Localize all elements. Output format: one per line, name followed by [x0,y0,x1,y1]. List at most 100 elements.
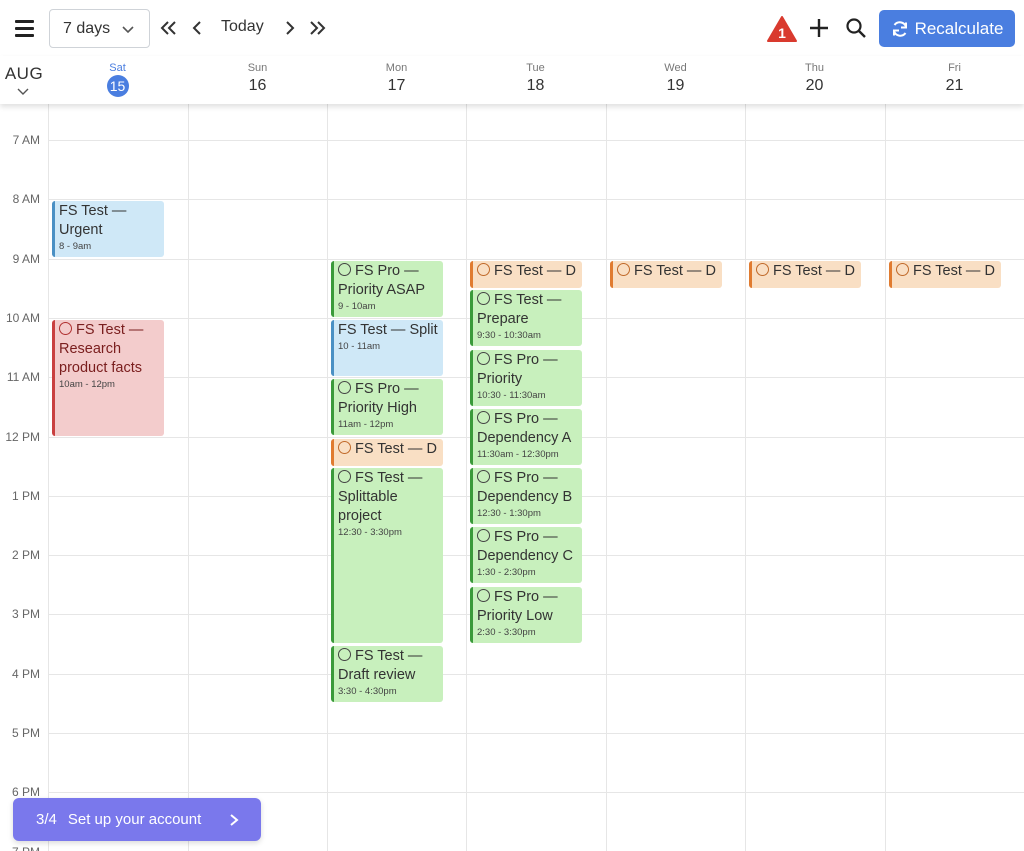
hour-line [48,792,1024,793]
time-label: 11 AM [6,370,40,384]
calendar-event[interactable]: FS Test — D [610,261,722,288]
chevron-down-icon[interactable] [17,86,29,96]
day-header-tue[interactable]: Tue 18 [466,62,605,95]
recalculate-button[interactable]: Recalculate [879,10,1015,47]
day-header-mon[interactable]: Mon 17 [327,62,466,95]
double-chevron-right-icon[interactable] [306,17,328,39]
task-circle-icon[interactable] [477,352,490,365]
day-header-sat[interactable]: Sat 15 [48,62,187,97]
event-title: FS Test — Split [338,321,439,340]
day-date: 19 [666,77,685,94]
task-circle-icon[interactable] [617,263,630,276]
task-circle-icon[interactable] [338,381,351,394]
day-date: 18 [526,77,545,94]
time-label: 7 AM [12,133,40,147]
day-column-divider [466,104,467,851]
search-icon[interactable] [845,17,867,39]
hour-line [48,733,1024,734]
calendar-event[interactable]: FS Pro — Priority 10:30 - 11:30am [470,350,582,406]
event-title: FS Test — Urgent [59,202,160,240]
event-time: 9:30 - 10:30am [477,330,541,341]
calendar-event[interactable]: FS Pro — Priority Low 2:30 - 3:30pm [470,587,582,643]
calendar-event[interactable]: FS Test — D [331,439,443,466]
alert-count: 1 [778,25,786,41]
calendar-event[interactable]: FS Test — D [749,261,861,288]
event-title: FS Test — Draft review [338,647,439,685]
task-circle-icon[interactable] [338,263,351,276]
calendar-event[interactable]: FS Pro — Dependency C 1:30 - 2:30pm [470,527,582,583]
event-title: FS Pro — Priority [477,351,578,389]
day-date: 15 [106,75,129,97]
task-circle-icon[interactable] [477,263,490,276]
event-time: 9 - 10am [338,301,376,312]
day-name: Sat [109,62,126,74]
event-title-text: FS Pro — Dependency C [477,529,573,564]
hamburger-menu-icon[interactable] [12,16,36,40]
calendar-event[interactable]: FS Test — Prepare 9:30 - 10:30am [470,290,582,346]
task-circle-icon[interactable] [338,648,351,661]
calendar-event[interactable]: FS Pro — Dependency A 11:30am - 12:30pm [470,409,582,465]
calendar-grid[interactable]: 7 AM 8 AM 9 AM 10 AM 11 AM 12 PM 1 PM 2 PM 3 PM 4… [0,104,1024,851]
time-label: 9 AM [12,252,40,266]
chevron-left-icon[interactable] [187,17,209,39]
recalculate-label: Recalculate [914,18,1004,38]
today-button[interactable]: Today [221,18,264,36]
time-label: 8 AM [12,192,40,206]
time-label: 4 PM [11,667,40,681]
calendar-event[interactable]: FS Test — Splittable project 12:30 - 3:30… [331,468,443,643]
calendar-event[interactable]: FS Pro — Dependency B 12:30 - 1:30pm [470,468,582,524]
calendar-event[interactable]: FS Test — D [889,261,1001,288]
chevron-right-icon[interactable] [278,17,300,39]
task-circle-icon[interactable] [477,292,490,305]
event-title: FS Pro — Dependency C [477,528,578,566]
task-circle-icon[interactable] [896,263,909,276]
hour-line [48,199,1024,200]
event-time: 10 - 11am [338,341,381,352]
warning-triangle-icon[interactable]: 1 [766,15,798,43]
calendar-event[interactable]: FS Test — Research product facts 10am - 1… [52,320,164,436]
time-label: 10 AM [5,311,40,325]
day-column-divider [327,104,328,851]
task-circle-icon[interactable] [59,322,72,335]
setup-account-banner[interactable]: 3/4 Set up your account [13,798,261,841]
event-time: 1:30 - 2:30pm [477,567,536,578]
hour-line [48,140,1024,141]
day-column-divider [606,104,607,851]
calendar-event[interactable]: FS Test — Draft review 3:30 - 4:30pm [331,646,443,702]
task-circle-icon[interactable] [756,263,769,276]
double-chevron-left-icon[interactable] [158,17,180,39]
calendar-event[interactable]: FS Pro — Priority ASAP 9 - 10am [331,261,443,317]
setup-step-count: 3/4 [36,811,57,828]
calendar-event[interactable]: FS Pro — Priority High 11am - 12pm [331,379,443,435]
day-column-divider [48,104,49,851]
day-header-wed[interactable]: Wed 19 [606,62,745,95]
plus-icon[interactable] [808,17,830,39]
task-circle-icon[interactable] [477,411,490,424]
task-circle-icon[interactable] [477,470,490,483]
calendar-event[interactable]: FS Test — Urgent 8 - 9am [52,201,164,257]
task-circle-icon[interactable] [477,589,490,602]
event-time: 10am - 12pm [59,379,115,390]
event-title: FS Test — D [338,440,439,459]
event-time: 3:30 - 4:30pm [338,686,397,697]
task-circle-icon[interactable] [477,529,490,542]
month-label[interactable]: AUG [3,64,45,84]
day-header-fri[interactable]: Fri 21 [885,62,1024,95]
day-name: Mon [385,62,408,74]
day-header-thu[interactable]: Thu 20 [745,62,884,95]
event-title: FS Test — D [477,262,578,281]
event-time: 12:30 - 1:30pm [477,508,541,519]
event-title: FS Pro — Dependency B [477,469,578,507]
range-dropdown[interactable]: 7 days [49,9,150,48]
day-header-sun[interactable]: Sun 16 [188,62,327,95]
event-time: 12:30 - 3:30pm [338,527,402,538]
chevron-right-icon [230,814,239,826]
calendar-event[interactable]: FS Test — D [470,261,582,288]
event-title: FS Test — Splittable project [338,469,439,526]
event-title: FS Test — Prepare [477,291,578,329]
calendar-event[interactable]: FS Test — Split 10 - 11am [331,320,443,376]
task-circle-icon[interactable] [338,470,351,483]
task-circle-icon[interactable] [338,441,351,454]
event-time: 2:30 - 3:30pm [477,627,536,638]
event-title: FS Pro — Dependency A [477,410,578,448]
